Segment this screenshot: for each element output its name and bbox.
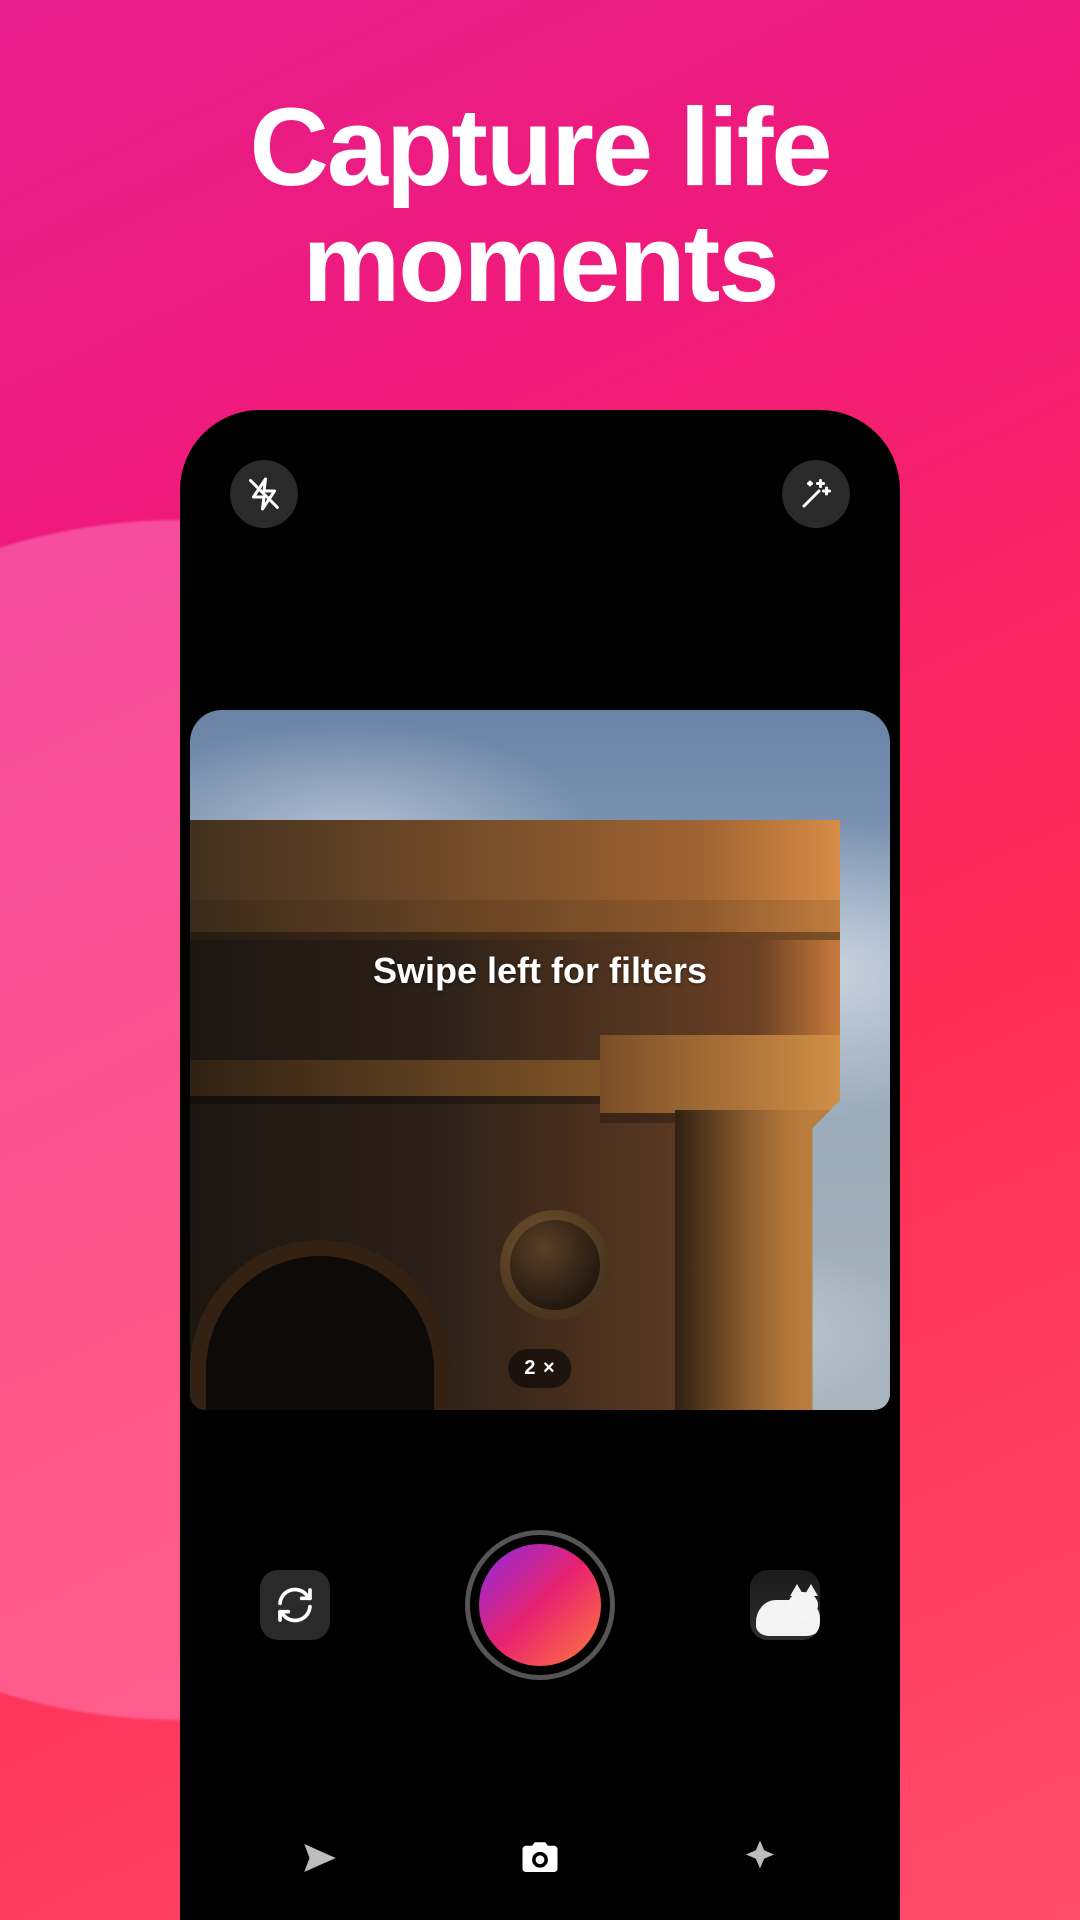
viewfinder-subject-arch: [190, 820, 840, 1410]
magic-wand-icon: [798, 476, 834, 512]
viewfinder-hint: Swipe left for filters: [190, 950, 890, 992]
promo-background: Capture life moments: [0, 0, 1080, 1920]
flash-off-icon: [246, 476, 282, 512]
flash-off-button[interactable]: [230, 460, 298, 528]
zoom-level-label: 2 ×: [524, 1357, 555, 1379]
promo-headline: Capture life moments: [0, 90, 1080, 321]
nav-sparkle[interactable]: [739, 1837, 781, 1884]
nav-camera[interactable]: [519, 1837, 561, 1884]
magic-wand-button[interactable]: [782, 460, 850, 528]
nav-send[interactable]: [299, 1837, 341, 1884]
camera-controls: [180, 1530, 900, 1680]
camera-viewfinder[interactable]: Swipe left for filters 2 ×: [190, 710, 890, 1410]
send-icon: [299, 1837, 341, 1879]
zoom-level-pill[interactable]: 2 ×: [508, 1349, 571, 1388]
phone-frame: Swipe left for filters 2 ×: [180, 410, 900, 1920]
camera-swap-icon: [275, 1585, 315, 1625]
camera-swap-button[interactable]: [260, 1570, 330, 1640]
shutter-button[interactable]: [465, 1530, 615, 1680]
camera-icon: [519, 1837, 561, 1879]
shutter-inner: [479, 1544, 601, 1666]
camera-top-bar: [180, 460, 900, 528]
bottom-nav: [180, 1820, 900, 1900]
sparkle-icon: [739, 1837, 781, 1879]
gallery-thumbnail-button[interactable]: [750, 1570, 820, 1640]
